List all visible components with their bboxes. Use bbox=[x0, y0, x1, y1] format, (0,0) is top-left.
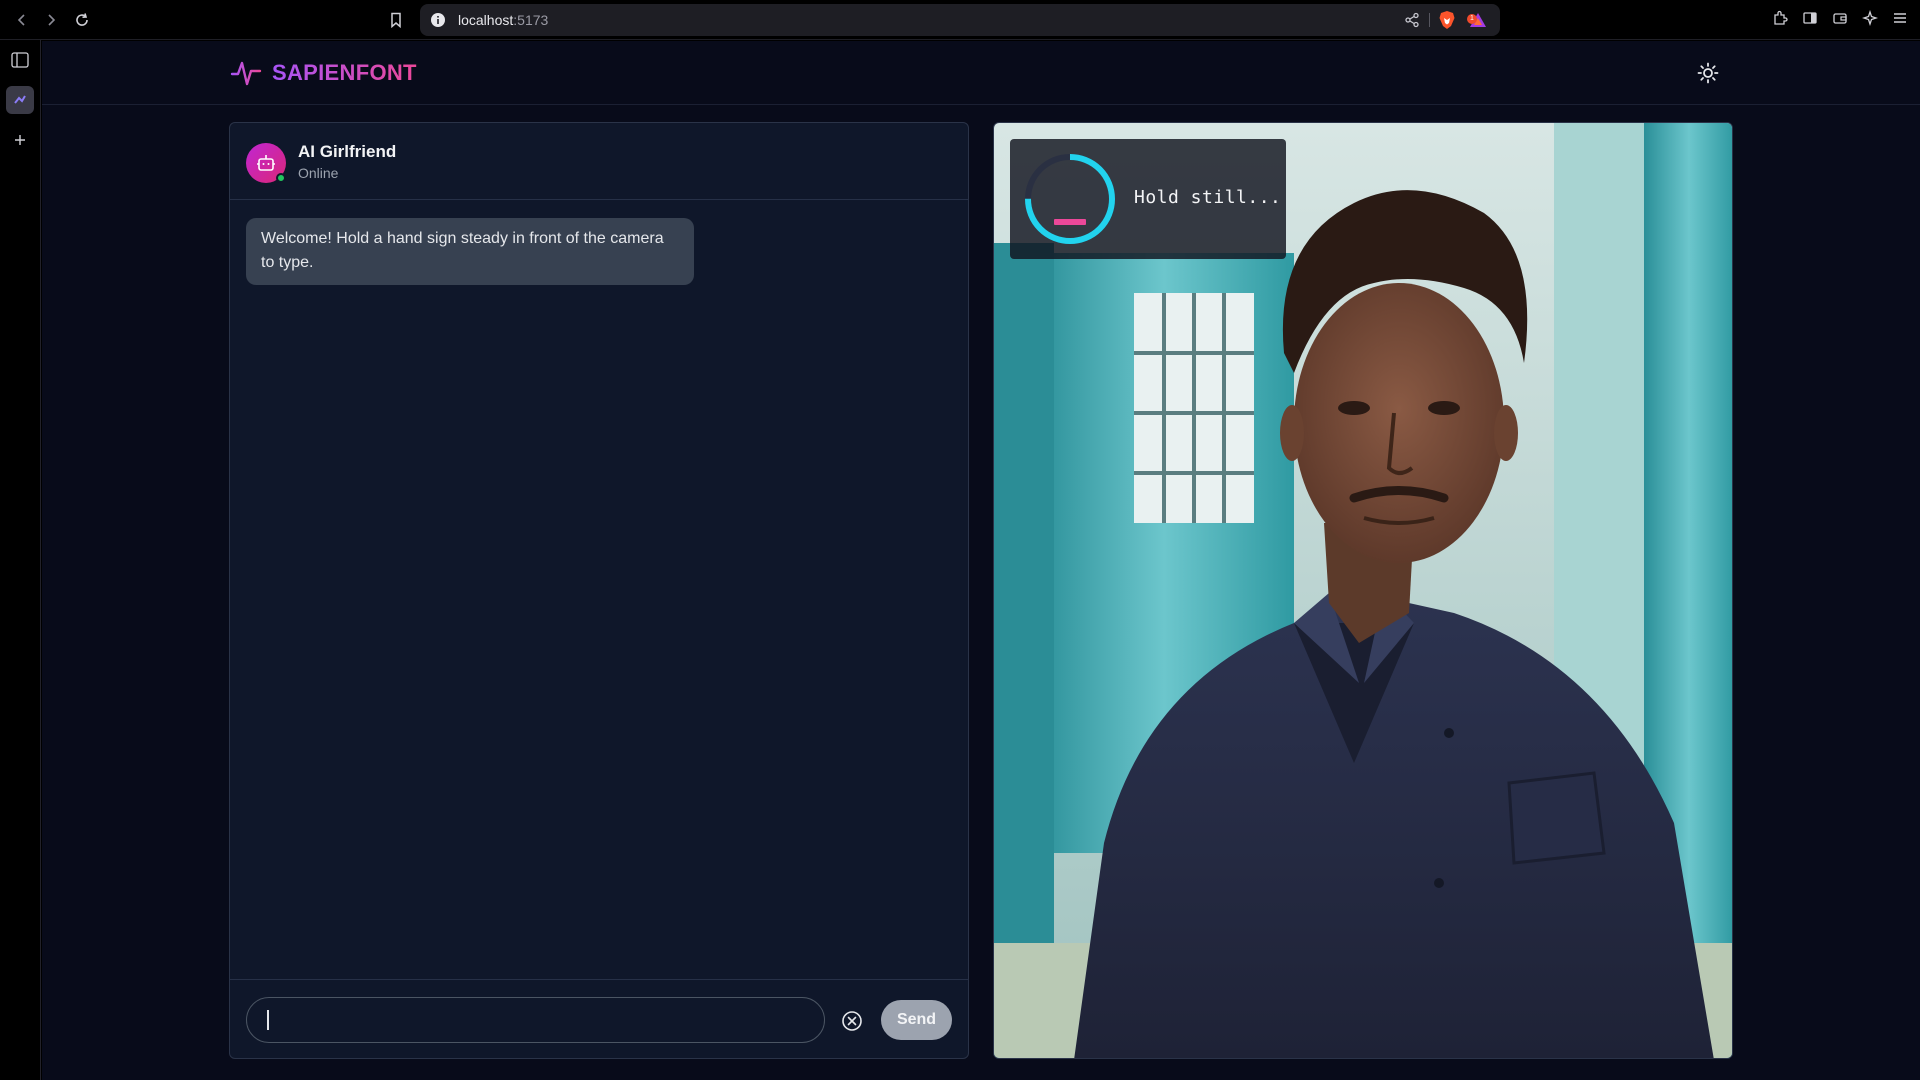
send-button[interactable]: Send bbox=[881, 1000, 952, 1040]
share-icon[interactable] bbox=[1404, 12, 1420, 28]
leo-ai-icon[interactable] bbox=[1860, 8, 1880, 28]
text-caret bbox=[267, 1010, 269, 1030]
brave-shields-icon[interactable] bbox=[1438, 10, 1456, 30]
browser-right-tools bbox=[1770, 8, 1910, 28]
hold-status-text: Hold still... bbox=[1134, 187, 1282, 208]
reload-icon[interactable] bbox=[70, 8, 94, 32]
logo-text: SAPIENFONT bbox=[272, 60, 417, 85]
sun-icon bbox=[1697, 62, 1719, 84]
sidebar-panel-icon[interactable] bbox=[6, 46, 34, 74]
camera-feed: Hold still... bbox=[993, 122, 1733, 1059]
bot-icon bbox=[257, 155, 275, 171]
indicator-bar bbox=[1054, 219, 1086, 225]
wallet-icon[interactable] bbox=[1830, 8, 1850, 28]
browser-toolbar: localhost:5173 1 bbox=[0, 0, 1920, 40]
vertical-tab-strip bbox=[0, 40, 41, 1080]
online-indicator bbox=[276, 173, 286, 183]
chat-panel: AI Girlfriend Online Welcome! Hold a han… bbox=[229, 122, 969, 1059]
bookmark-icon[interactable] bbox=[384, 8, 408, 32]
contact-name: AI Girlfriend bbox=[298, 142, 397, 161]
extensions-icon[interactable] bbox=[1770, 8, 1790, 28]
address-divider bbox=[1429, 13, 1430, 27]
sidebar-toggle-icon[interactable] bbox=[1800, 8, 1820, 28]
message-input[interactable] bbox=[246, 997, 825, 1043]
progress-ring bbox=[1025, 154, 1115, 244]
address-bar[interactable]: localhost:5173 1 bbox=[420, 4, 1500, 36]
clear-circle-icon bbox=[842, 1011, 862, 1031]
rewards-badge: 1 bbox=[1467, 14, 1477, 24]
contact-status: Online bbox=[298, 165, 339, 181]
webcam-image bbox=[994, 123, 1732, 1058]
chat-header: AI Girlfriend Online bbox=[230, 123, 968, 200]
menu-icon[interactable] bbox=[1890, 8, 1910, 28]
clear-button[interactable] bbox=[840, 1009, 864, 1033]
forward-icon[interactable] bbox=[39, 8, 63, 32]
back-icon[interactable] bbox=[10, 8, 34, 32]
pulse-logo-icon bbox=[230, 61, 262, 86]
url-text: localhost:5173 bbox=[458, 12, 549, 28]
composer: Send bbox=[230, 979, 968, 1058]
hold-still-overlay: Hold still... bbox=[1010, 139, 1286, 259]
new-tab-icon[interactable] bbox=[6, 126, 34, 154]
app-root: SAPIENFONT AI Girlfriend Online Welcome!… bbox=[42, 41, 1920, 1080]
app-header: SAPIENFONT bbox=[42, 41, 1920, 105]
logo[interactable]: SAPIENFONT bbox=[230, 57, 417, 89]
brave-rewards-icon[interactable]: 1 bbox=[1467, 10, 1488, 30]
site-info-icon[interactable] bbox=[430, 12, 446, 28]
tab-sapienfont[interactable] bbox=[6, 86, 34, 114]
message-bubble: Welcome! Hold a hand sign steady in fron… bbox=[246, 218, 694, 285]
theme-toggle-button[interactable] bbox=[1695, 60, 1721, 86]
